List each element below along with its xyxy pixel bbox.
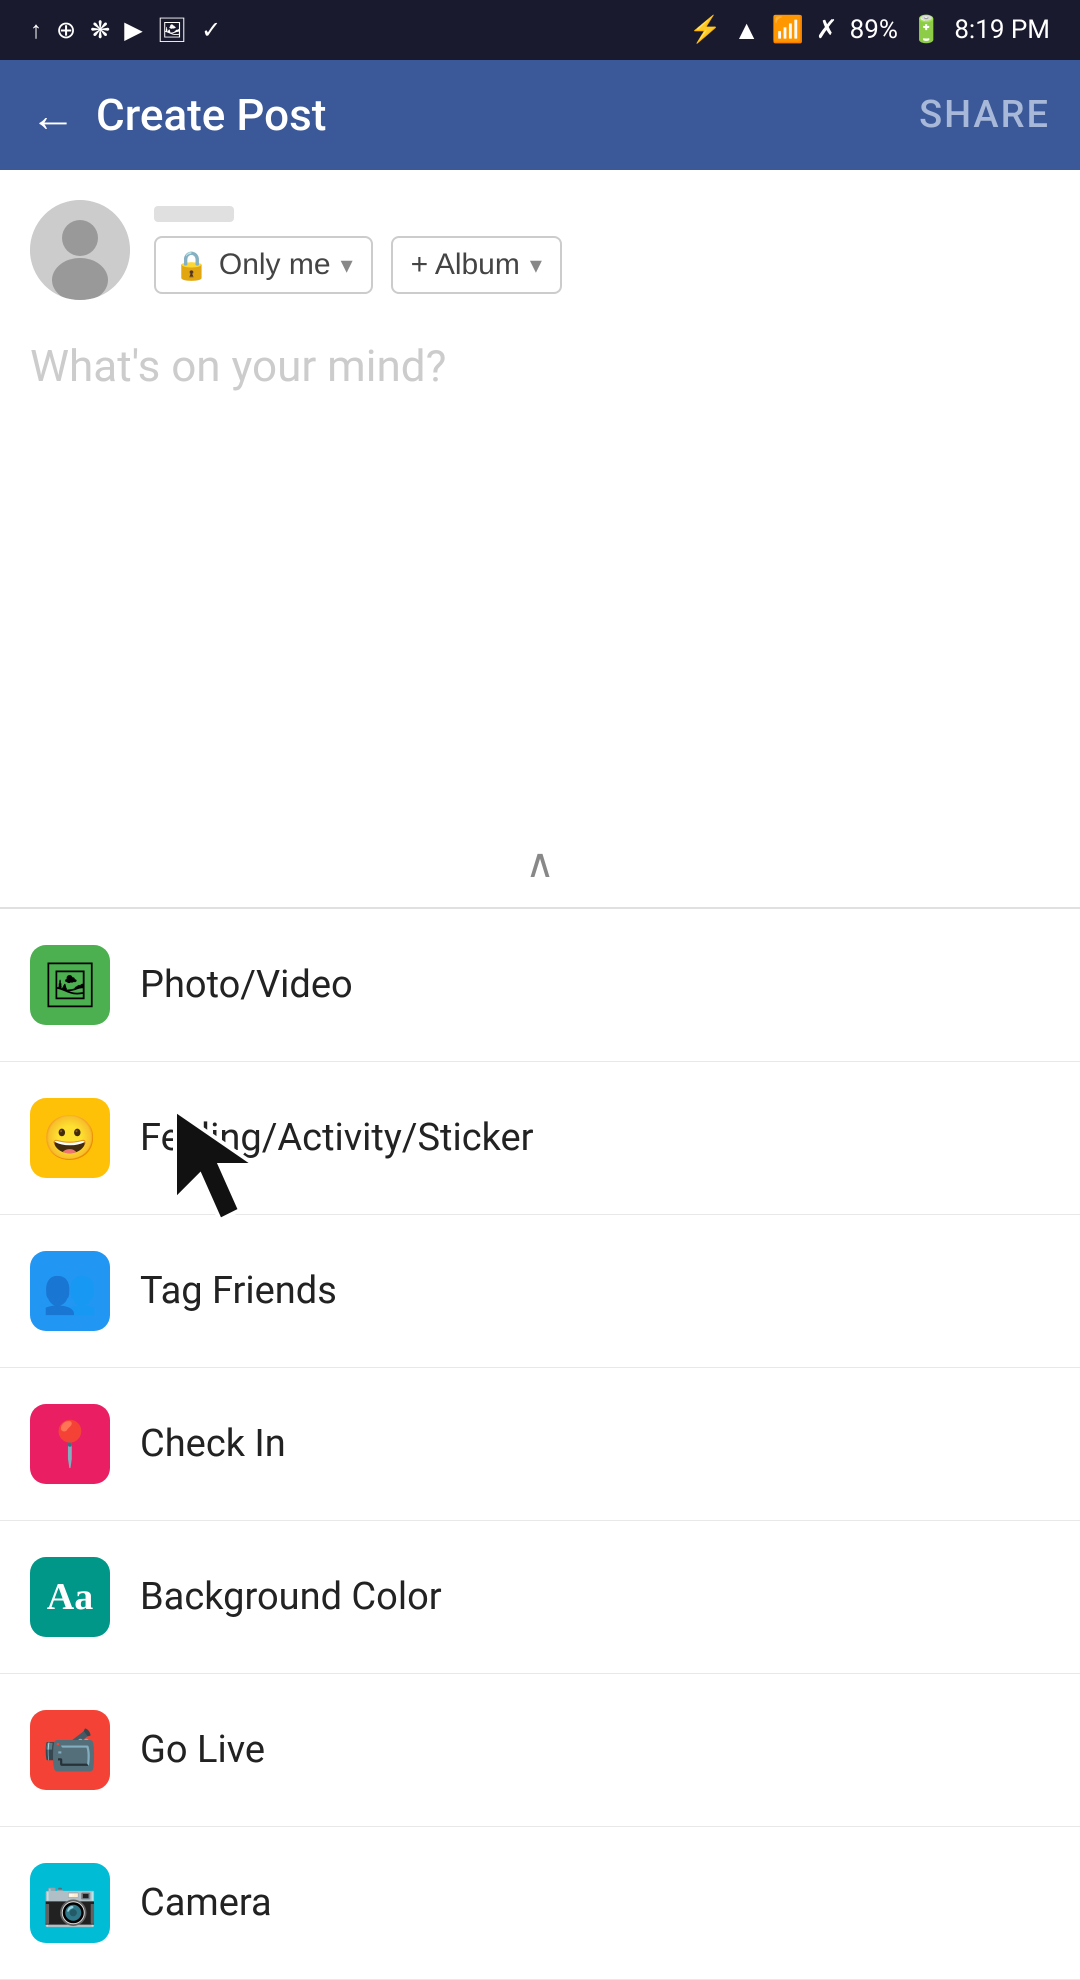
menu-item-feeling[interactable]: 😀 Feeling/Activity/Sticker	[0, 1062, 1080, 1215]
go-live-label: Go Live	[140, 1728, 265, 1772]
privacy-label: Only me	[219, 248, 331, 282]
user-avatar	[30, 200, 130, 300]
nav-bar: ← Create Post SHARE	[0, 60, 1080, 170]
privacy-dropdown-arrow: ▾	[341, 251, 353, 280]
menu-item-check-in[interactable]: 📍 Check In	[0, 1368, 1080, 1521]
photo-video-icon: 🖼	[30, 945, 110, 1025]
background-color-icon-symbol: Aa	[47, 1575, 93, 1619]
lock-icon: 🔒	[174, 249, 209, 282]
signal-icon: 📶	[771, 15, 803, 45]
battery-text: 89%	[850, 15, 898, 45]
wordpress-icon: ⊕	[56, 16, 76, 44]
photo-video-icon-symbol: 🖼	[42, 959, 98, 1011]
menu-item-background-color[interactable]: Aa Background Color	[0, 1521, 1080, 1674]
check-in-label: Check In	[140, 1422, 286, 1466]
status-left-icons: ↑ ⊕ ❋ ▶ 🖼 ✓	[30, 16, 221, 45]
tag-friends-label: Tag Friends	[140, 1269, 337, 1313]
feeling-icon-symbol: 😀	[43, 1112, 98, 1164]
album-dropdown-arrow: ▾	[530, 251, 542, 280]
signal2-icon: ✗	[816, 15, 838, 45]
menu-item-photo-video[interactable]: 🖼 Photo/Video	[0, 909, 1080, 1062]
privacy-button[interactable]: 🔒 Only me ▾	[154, 236, 373, 294]
checkmark-icon: ✓	[201, 16, 221, 44]
time-display: 8:19 PM	[954, 15, 1050, 45]
album-label: + Album	[411, 248, 520, 282]
go-live-icon-symbol: 📹	[43, 1724, 98, 1776]
background-color-label: Background Color	[140, 1575, 442, 1619]
composer-buttons: 🔒 Only me ▾ + Album ▾	[154, 236, 562, 294]
feeling-icon: 😀	[30, 1098, 110, 1178]
user-name	[154, 206, 234, 222]
feeling-label: Feeling/Activity/Sticker	[140, 1116, 534, 1160]
photo-video-label: Photo/Video	[140, 963, 353, 1007]
image-icon: 🖼	[157, 16, 187, 44]
action-menu: 🖼 Photo/Video 😀 Feeling/Activity/Sticker…	[0, 909, 1080, 1980]
tag-friends-icon-symbol: 👥	[43, 1265, 98, 1317]
tag-friends-icon: 👥	[30, 1251, 110, 1331]
youtube-icon: ▶	[124, 16, 142, 44]
background-color-icon: Aa	[30, 1557, 110, 1637]
share-button[interactable]: SHARE	[919, 93, 1050, 137]
nav-left: ← Create Post	[30, 88, 326, 143]
back-button[interactable]: ←	[30, 88, 76, 143]
composer-header: 🔒 Only me ▾ + Album ▾	[0, 170, 1080, 320]
menu-item-camera[interactable]: 📷 Camera	[0, 1827, 1080, 1980]
camera-label: Camera	[140, 1881, 272, 1925]
menu-item-tag-friends[interactable]: 👥 Tag Friends	[0, 1215, 1080, 1368]
collapse-arrow[interactable]: ∧	[0, 820, 1080, 907]
status-bar: ↑ ⊕ ❋ ▶ 🖼 ✓ ⚡ ▲ 📶 ✗ 89% 🔋 8:19 PM	[0, 0, 1080, 60]
composer-controls: 🔒 Only me ▾ + Album ▾	[154, 206, 562, 294]
camera-icon: 📷	[30, 1863, 110, 1943]
menu-item-go-live[interactable]: 📹 Go Live	[0, 1674, 1080, 1827]
decorative-icon: ❋	[90, 16, 110, 44]
bluetooth-icon: ⚡	[689, 15, 721, 45]
wifi-icon: ▲	[734, 15, 760, 46]
check-in-icon-symbol: 📍	[43, 1418, 98, 1470]
battery-icon: 🔋	[910, 15, 942, 45]
album-button[interactable]: + Album ▾	[391, 236, 562, 294]
post-text-area[interactable]: What's on your mind?	[0, 320, 1080, 820]
chevron-up-icon: ∧	[525, 840, 554, 887]
upload-icon: ↑	[30, 16, 42, 45]
page-title: Create Post	[96, 89, 326, 141]
status-right-info: ⚡ ▲ 📶 ✗ 89% 🔋 8:19 PM	[689, 15, 1050, 46]
camera-icon-symbol: 📷	[43, 1877, 98, 1929]
go-live-icon: 📹	[30, 1710, 110, 1790]
check-in-icon: 📍	[30, 1404, 110, 1484]
